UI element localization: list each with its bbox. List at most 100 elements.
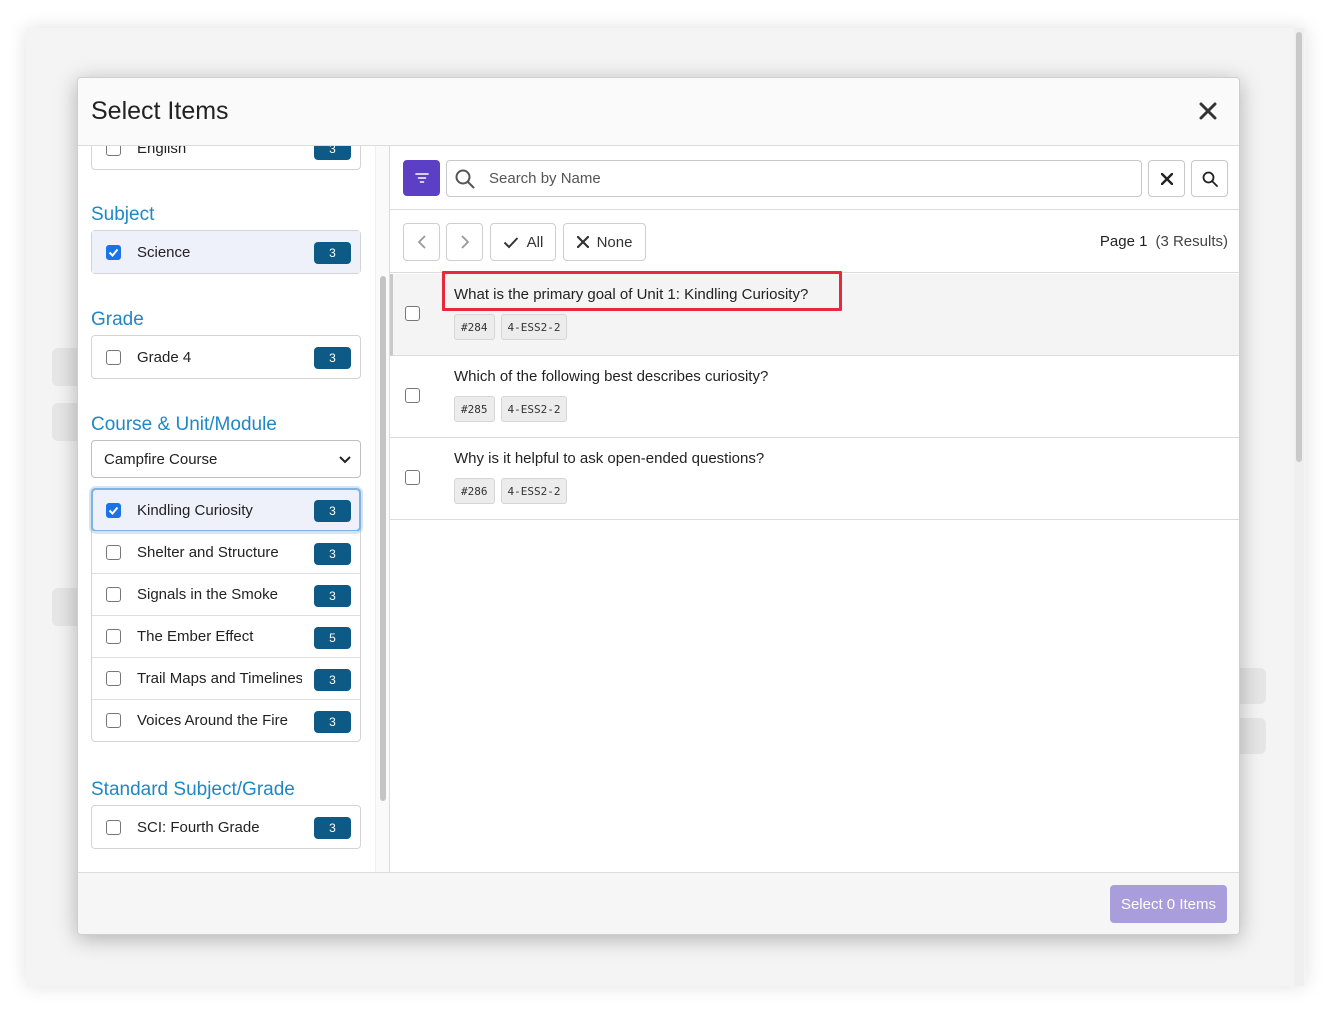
checkbox[interactable] (106, 587, 121, 602)
filter-item-kindling-curiosity[interactable]: Kindling Curiosity 3 (91, 488, 361, 532)
count-badge: 3 (314, 585, 351, 607)
filter-item-label: Kindling Curiosity (137, 501, 253, 519)
standard-tag: 4-ESS2-2 (500, 314, 568, 340)
filter-toggle-button[interactable] (403, 160, 440, 196)
course-select[interactable]: Campfire Course (91, 440, 361, 478)
clear-search-button[interactable] (1148, 160, 1185, 197)
course-heading: Course & Unit/Module (91, 414, 277, 435)
page-number: Page 1 (1099, 233, 1148, 250)
previous-page-button[interactable] (403, 223, 440, 261)
close-icon (1160, 172, 1173, 185)
standard-filter-box: SCI: Fourth Grade 3 (91, 805, 361, 849)
list-item[interactable]: Which of the following best describes cu… (390, 356, 1239, 438)
result-tags: #284 4-ESS2-2 (454, 314, 568, 340)
chevron-left-icon (417, 235, 426, 249)
subject-heading: Subject (91, 204, 155, 225)
filter-item-sci-fourth-grade[interactable]: SCI: Fourth Grade 3 (92, 806, 360, 848)
checkbox[interactable] (106, 671, 121, 686)
filter-icon (414, 173, 429, 183)
filter-item-label: Trail Maps and Timelines (137, 670, 302, 687)
page-info: Page 1 (3 Results) (1100, 233, 1228, 250)
filter-item-trail-maps-and-timelines[interactable]: Trail Maps and Timelines 3 (92, 657, 360, 699)
checkbox[interactable] (106, 545, 121, 560)
filter-item-label: The Ember Effect (137, 628, 254, 645)
checkbox[interactable] (106, 629, 121, 644)
modal-title: Select Items (91, 97, 229, 125)
filter-item-science[interactable]: Science 3 (92, 231, 360, 273)
standard-tag: 4-ESS2-2 (500, 396, 568, 422)
filter-item-label: Grade 4 (137, 348, 192, 366)
item-id-tag: #285 (454, 396, 495, 422)
select-items-button[interactable]: Select 0 Items (1109, 885, 1227, 923)
sidebar-scrollbar-thumb[interactable] (380, 276, 386, 801)
search-icon (1202, 171, 1218, 187)
checkbox[interactable] (405, 470, 420, 485)
unit-filter-box: Kindling Curiosity 3 Shelter and Structu… (91, 488, 361, 742)
checkbox[interactable] (106, 713, 121, 728)
standard-heading: Standard Subject/Grade (91, 779, 295, 800)
grade-filter-box: Grade 4 3 (91, 335, 361, 379)
checkbox[interactable] (106, 244, 121, 260)
grade-heading: Grade (91, 309, 144, 330)
list-item[interactable]: Why is it helpful to ask open-ended ques… (390, 438, 1239, 520)
filter-item-voices-around-the-fire[interactable]: Voices Around the Fire 3 (92, 699, 360, 741)
filter-sidebar: English 3 Subject Science 3 Grade Grade … (78, 146, 390, 872)
checkbox[interactable] (405, 388, 420, 403)
filter-item-english[interactable]: English 3 (92, 146, 360, 169)
next-page-button[interactable] (446, 223, 483, 261)
results-list: What is the primary goal of Unit 1: Kind… (390, 271, 1239, 520)
filter-item-label: Science (137, 243, 191, 261)
count-badge: 3 (314, 711, 351, 733)
modal-footer: Select 0 Items (78, 872, 1239, 934)
count-badge: 5 (314, 627, 351, 649)
modal-header: Select Items (78, 78, 1239, 146)
checkbox[interactable] (405, 306, 420, 321)
search-button[interactable] (1191, 160, 1228, 197)
checkbox[interactable] (106, 502, 121, 518)
list-item[interactable]: What is the primary goal of Unit 1: Kind… (390, 271, 1239, 356)
count-badge: 3 (314, 242, 351, 264)
filter-item-the-ember-effect[interactable]: The Ember Effect 5 (92, 615, 360, 657)
item-id-tag: #286 (454, 478, 495, 504)
select-none-button[interactable]: None (563, 223, 646, 261)
close-button[interactable] (1191, 94, 1225, 128)
check-icon (503, 236, 518, 248)
search-toolbar (390, 146, 1239, 210)
count-badge: 3 (314, 347, 351, 369)
count-badge: 3 (314, 543, 351, 565)
count-badge: 3 (314, 500, 351, 522)
sidebar-scrollbar[interactable] (375, 146, 389, 872)
result-tags: #285 4-ESS2-2 (454, 396, 568, 422)
count-badge: 3 (314, 146, 351, 160)
search-box (446, 160, 1142, 197)
filter-item-label: Signals in the Smoke (137, 586, 278, 603)
filter-item-shelter-and-structure[interactable]: Shelter and Structure 3 (92, 531, 360, 573)
pager-bar: All None Page 1 (3 Results) (390, 211, 1239, 273)
checkbox[interactable] (106, 819, 121, 835)
results-count: (3 Results) (1155, 233, 1228, 250)
chevron-down-icon (339, 456, 351, 464)
close-icon (576, 236, 589, 248)
result-tags: #286 4-ESS2-2 (454, 478, 568, 504)
course-select-value: Campfire Course (104, 450, 218, 468)
select-items-modal: Select Items English 3 Subject Science 3… (77, 77, 1240, 935)
filter-item-label: Shelter and Structure (137, 544, 279, 561)
result-title: Which of the following best describes cu… (454, 368, 769, 385)
filter-item-label: SCI: Fourth Grade (137, 818, 260, 836)
filter-item-grade-4[interactable]: Grade 4 3 (92, 336, 360, 378)
standard-tag: 4-ESS2-2 (500, 478, 568, 504)
checkbox[interactable] (106, 349, 121, 365)
item-id-tag: #284 (454, 314, 495, 340)
search-input[interactable] (487, 161, 1127, 196)
select-all-button[interactable]: All (490, 223, 556, 261)
checkbox[interactable] (106, 146, 121, 156)
chevron-right-icon (460, 235, 469, 249)
filter-item-signals-in-the-smoke[interactable]: Signals in the Smoke 3 (92, 573, 360, 615)
count-badge: 3 (314, 817, 351, 839)
page-scrollbar[interactable] (1294, 28, 1304, 986)
select-none-label: None (596, 233, 633, 251)
subject-filter-box: Science 3 (91, 230, 361, 274)
filter-item-label: Voices Around the Fire (137, 712, 288, 729)
language-filter-box: English 3 (91, 146, 361, 170)
page-scrollbar-thumb[interactable] (1296, 32, 1302, 462)
